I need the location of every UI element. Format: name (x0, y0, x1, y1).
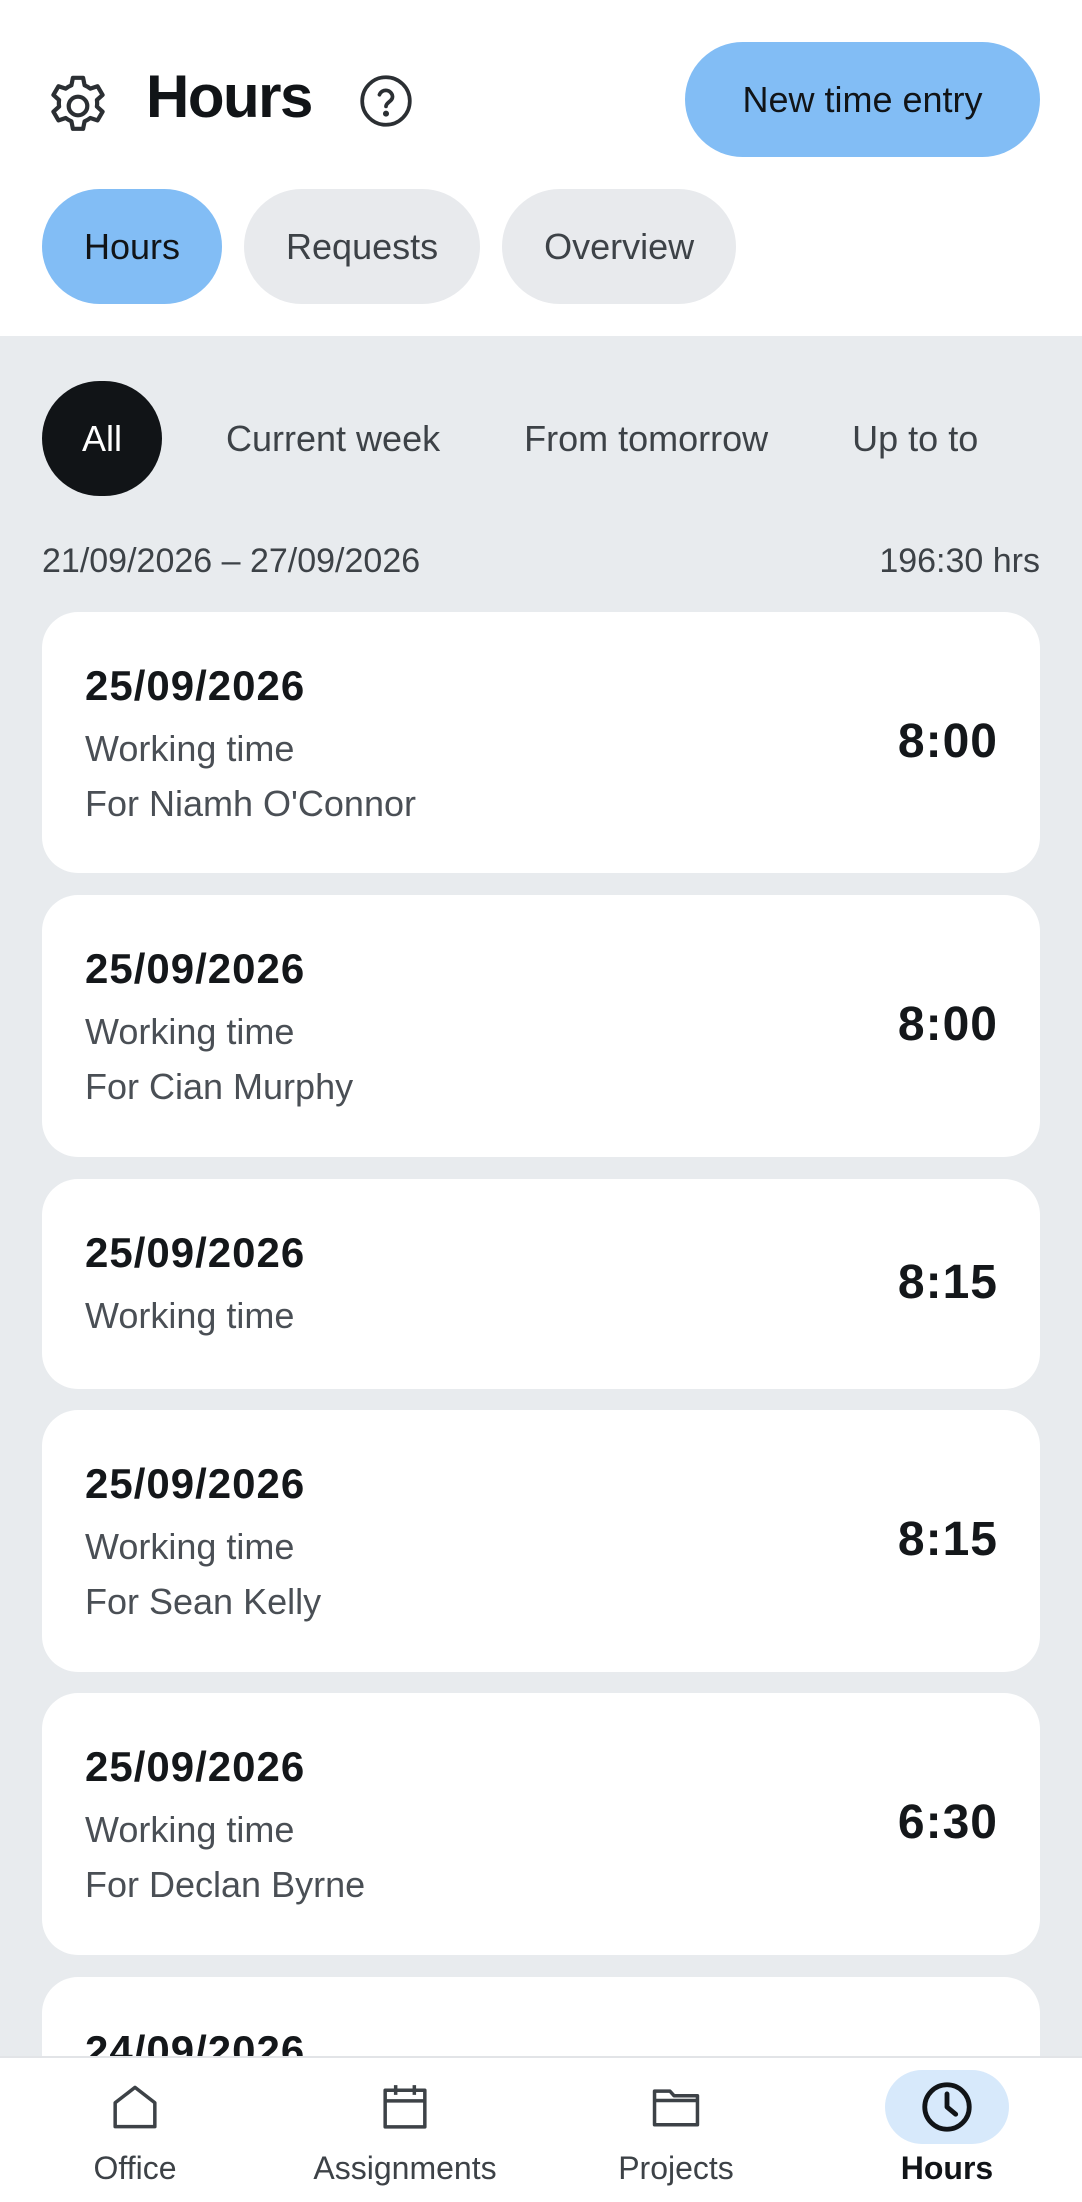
nav-item-projects[interactable]: Projects (541, 2058, 811, 2202)
app-header: Hours New time entry Hours Requests Over… (0, 0, 1082, 336)
entry-type: Working time (85, 1295, 295, 1336)
entry-person: For Sean Kelly (85, 1581, 322, 1622)
nav-label: Office (93, 2150, 177, 2186)
filter-from-tomorrow[interactable]: From tomorrow (482, 381, 810, 496)
home-icon (113, 2085, 157, 2129)
nav-label: Hours (900, 2150, 994, 2186)
filter-all[interactable]: All (42, 381, 163, 496)
entry-person: For Declan Byrne (85, 1864, 366, 1905)
entry-hours: 8:15 (897, 1513, 998, 1566)
entry-hours: 8:15 (897, 1256, 998, 1309)
nav-item-office[interactable]: Office (0, 2058, 270, 2202)
week-summary: 21/09/2026 – 27/09/2026 196:30 hrs (42, 542, 1040, 581)
entry-date: 24/09/2026 (85, 2027, 306, 2056)
tab-requests[interactable]: Requests (244, 189, 481, 304)
total-hours: 196:30 hrs (879, 542, 1040, 580)
time-entry-card[interactable]: 25/09/2026 Working time For Cian Murphy … (42, 895, 1040, 1157)
entry-type: Working time (85, 1526, 295, 1567)
entry-type: Working time (85, 1011, 295, 1052)
nav-item-hours[interactable]: Hours (812, 2058, 1082, 2202)
time-entry-card[interactable]: 24/09/2026 (42, 1977, 1040, 2056)
entry-date: 25/09/2026 (85, 662, 306, 709)
entry-date: 25/09/2026 (85, 1229, 306, 1276)
entry-type: Working time (85, 728, 295, 769)
tab-hours[interactable]: Hours (42, 189, 223, 304)
page-title: Hours (146, 63, 313, 130)
filter-current-week[interactable]: Current week (184, 381, 482, 496)
entry-date: 25/09/2026 (85, 1460, 306, 1507)
entry-type: Working time (85, 1809, 295, 1850)
time-entry-card[interactable]: 25/09/2026 Working time For Declan Byrne… (42, 1693, 1040, 1955)
question-circle-icon[interactable] (358, 73, 414, 129)
filter-chips: All Current week From tomorrow Up to to (42, 381, 1020, 496)
entry-person: For Cian Murphy (85, 1066, 354, 1107)
calendar-icon (383, 2085, 427, 2129)
hours-list-panel: All Current week From tomorrow Up to to … (0, 336, 1082, 2056)
tab-bar: Hours Requests Overview (42, 189, 737, 304)
entry-hours: 8:00 (897, 998, 998, 1051)
time-entry-card[interactable]: 25/09/2026 Working time 8:15 (42, 1179, 1040, 1389)
entry-hours: 6:30 (897, 1796, 998, 1849)
nav-label: Projects (618, 2150, 734, 2186)
entry-hours: 8:00 (897, 715, 998, 768)
time-entry-card[interactable]: 25/09/2026 Working time For Sean Kelly 8… (42, 1410, 1040, 1672)
tab-overview[interactable]: Overview (502, 189, 737, 304)
bottom-navigation: Office Assignments Projects Hours (0, 2056, 1082, 2202)
nav-label: Assignments (313, 2150, 497, 2186)
clock-icon (922, 2082, 972, 2132)
date-range: 21/09/2026 – 27/09/2026 (42, 542, 421, 580)
time-entry-card[interactable]: 25/09/2026 Working time For Niamh O'Conn… (42, 612, 1040, 873)
entry-date: 25/09/2026 (85, 1743, 306, 1790)
gear-icon[interactable] (42, 70, 114, 142)
folder-icon (652, 2089, 700, 2127)
nav-item-assignments[interactable]: Assignments (270, 2058, 540, 2202)
new-time-entry-button[interactable]: New time entry (685, 42, 1040, 157)
entry-date: 25/09/2026 (85, 945, 306, 992)
entry-person: For Niamh O'Connor (85, 783, 416, 824)
filter-up-to-today[interactable]: Up to to (810, 381, 1020, 496)
